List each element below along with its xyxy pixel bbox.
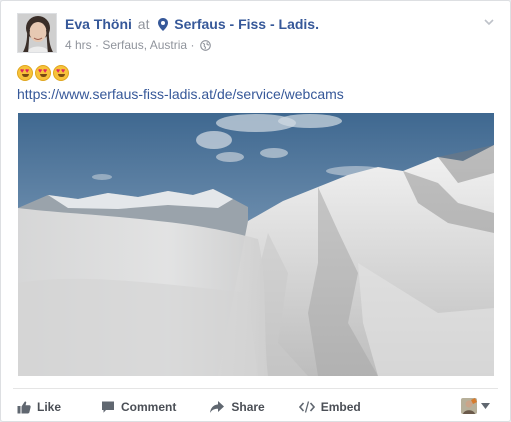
location-pin-icon	[158, 18, 169, 31]
viewer-avatar	[461, 398, 477, 414]
author-name-link[interactable]: Eva Thöni	[65, 16, 132, 32]
share-arrow-icon	[210, 401, 225, 413]
globe-icon[interactable]	[199, 40, 211, 51]
comment-button[interactable]: Comment	[101, 400, 176, 414]
meta-separator: ·	[95, 38, 100, 52]
emoji-row: ♥ ♥ ♥ ♥ ♥ ♥	[17, 65, 69, 83]
like-button[interactable]: Like	[17, 400, 61, 414]
comment-label: Comment	[121, 400, 177, 414]
comment-bubble-icon	[102, 401, 115, 413]
embed-button[interactable]: Embed	[298, 400, 361, 414]
at-word: at	[137, 16, 150, 32]
post-as-selector[interactable]	[461, 397, 490, 415]
post-actions: Like Comment Share Embed	[17, 397, 361, 417]
actions-divider	[13, 388, 498, 389]
mountain-webcam-photo	[18, 113, 494, 376]
webcam-url-link[interactable]: https://www.serfaus-fiss-ladis.at/de/ser…	[17, 86, 344, 102]
post-options-chevron-icon[interactable]	[482, 15, 496, 29]
like-label: Like	[37, 400, 62, 414]
meta-separator-2: ·	[190, 38, 195, 52]
share-label: Share	[231, 400, 265, 414]
heart-eyes-emoji-icon: ♥ ♥	[17, 65, 33, 81]
code-embed-icon	[298, 401, 315, 413]
author-avatar[interactable]	[17, 13, 57, 53]
heart-eyes-emoji-icon: ♥ ♥	[53, 65, 69, 81]
post-location[interactable]: Serfaus, Austria	[102, 38, 187, 52]
viewer-avatar-photo	[461, 398, 477, 414]
post-card: Eva Thöni at Serfaus - Fiss - Ladis. 4 h…	[0, 0, 511, 422]
caret-down-icon	[481, 403, 490, 409]
webcam-photo[interactable]	[18, 113, 494, 376]
embed-label: Embed	[320, 400, 361, 414]
share-button[interactable]: Share	[209, 400, 265, 414]
place-link[interactable]: Serfaus - Fiss - Ladis.	[174, 16, 319, 32]
post-time[interactable]: 4 hrs	[65, 38, 92, 52]
avatar-photo	[18, 14, 56, 52]
thumbs-up-icon	[17, 401, 31, 414]
author-line: Eva Thöni at Serfaus - Fiss - Ladis.	[65, 16, 319, 32]
heart-eyes-emoji-icon: ♥ ♥	[35, 65, 51, 81]
post-meta: 4 hrs · Serfaus, Austria ·	[65, 38, 211, 52]
